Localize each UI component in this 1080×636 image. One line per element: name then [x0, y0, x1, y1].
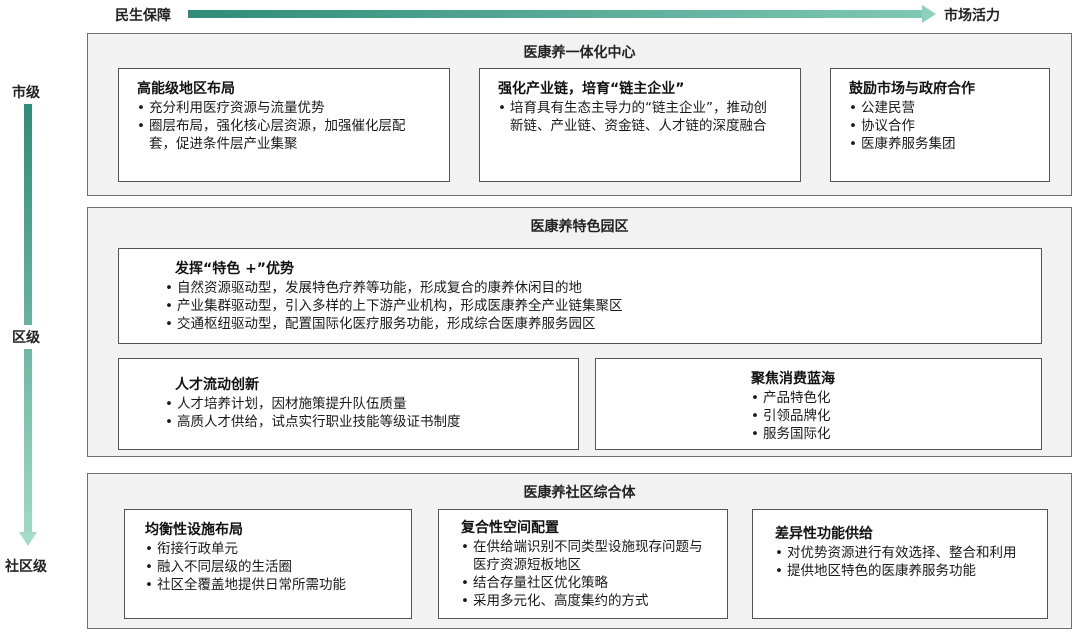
- list-item: 交通枢纽驱动型，配置国际化医疗服务功能，形成综合医康养服务园区: [165, 315, 1031, 333]
- list-item: 服务国际化: [751, 425, 1031, 443]
- level-community: 社区级: [5, 559, 47, 575]
- list-item: 引领品牌化: [751, 407, 1031, 425]
- horizontal-arrow-shaft: [188, 10, 924, 18]
- card-featured-advantage: 发挥“特色 +”优势 自然资源驱动型，发展特色疗养等功能，形成复合的康养休闲目的…: [118, 248, 1042, 344]
- section-featured-park: 医康养特色园区 发挥“特色 +”优势 自然资源驱动型，发展特色疗养等功能，形成复…: [87, 207, 1072, 457]
- card-title: 均衡性设施布局: [145, 522, 243, 538]
- section-community-complex: 医康养社区综合体 均衡性设施布局 衔接行政单元 融入不同层级的生活圈 社区全覆盖…: [87, 473, 1072, 629]
- card-title: 人才流动创新: [175, 377, 259, 393]
- label-livelihood: 民生保障: [115, 8, 171, 24]
- list-item: 自然资源驱动型，发展特色疗养等功能，形成复合的康养休闲目的地: [165, 279, 1031, 297]
- card-title: 发挥“特色 +”优势: [175, 261, 295, 277]
- list-item: 融入不同层级的生活圈: [145, 558, 401, 576]
- list-item: 提供地区特色的医康养服务功能: [775, 562, 1025, 580]
- card-composite-space: 复合性空间配置 在供给端识别不同类型设施现存问题与医疗资源短板地区 结合存量社区…: [438, 509, 728, 619]
- list-item: 公建民营: [849, 99, 1039, 117]
- card-talent-innovation: 人才流动创新 人才培养计划，因材施策提升队伍质量 高质人才供给，试点实行职业技能…: [118, 358, 579, 450]
- card-market-government: 鼓励市场与政府合作 公建民营 协议合作 医康养服务集团: [830, 68, 1050, 182]
- list-item: 社区全覆盖地提供日常所需功能: [145, 576, 401, 594]
- list-item: 产业集群驱动型，引入多样的上下游产业机构，形成医康养全产业链集聚区: [165, 297, 1031, 315]
- list-item: 结合存量社区优化策略: [461, 574, 709, 592]
- level-city: 市级: [12, 85, 40, 101]
- list-item: 圈层布局，强化核心层资源，加强催化层配套，促进条件层产业集聚: [137, 117, 432, 153]
- card-consumption-blue-ocean: 聚焦消费蓝海 产品特色化 引领品牌化 服务国际化: [595, 358, 1042, 450]
- horizontal-arrow-head-icon: [922, 5, 936, 23]
- card-title: 差异性功能供给: [775, 526, 873, 542]
- section-title: 医康养特色园区: [530, 219, 629, 235]
- card-title: 鼓励市场与政府合作: [849, 81, 975, 97]
- label-market-vitality: 市场活力: [944, 8, 1000, 24]
- card-title: 复合性空间配置: [461, 520, 559, 536]
- list-item: 产品特色化: [751, 389, 1031, 407]
- list-item: 高质人才供给，试点实行职业技能等级证书制度: [165, 413, 568, 431]
- level-district: 区级: [12, 325, 40, 349]
- list-item: 采用多元化、高度集约的方式: [461, 592, 709, 610]
- list-item: 医康养服务集团: [849, 135, 1039, 153]
- list-item: 充分利用医疗资源与流量优势: [137, 99, 432, 117]
- list-item: 人才培养计划，因材施策提升队伍质量: [165, 395, 568, 413]
- card-industry-chain: 强化产业链，培育“链主企业” 培育具有生态主导力的“链主企业”，推动创新链、产业…: [479, 68, 801, 182]
- card-title: 高能级地区布局: [137, 81, 235, 97]
- list-item: 培育具有生态主导力的“链主企业”，推动创新链、产业链、资金链、人才链的深度融合: [498, 99, 780, 135]
- card-differentiated-supply: 差异性功能供给 对优势资源进行有效选择、整合和利用 提供地区特色的医康养服务功能: [752, 509, 1048, 619]
- card-title: 聚焦消费蓝海: [751, 371, 835, 387]
- section-integrated-center: 医康养一体化中心 高能级地区布局 充分利用医疗资源与流量优势 圈层布局，强化核心…: [87, 33, 1072, 196]
- card-balanced-layout: 均衡性设施布局 衔接行政单元 融入不同层级的生活圈 社区全覆盖地提供日常所需功能: [124, 509, 412, 619]
- section-title: 医康养一体化中心: [523, 45, 636, 61]
- list-item: 对优势资源进行有效选择、整合和利用: [775, 544, 1025, 562]
- card-title: 强化产业链，培育“链主企业”: [498, 81, 685, 97]
- vertical-arrow-head-icon: [19, 532, 37, 546]
- list-item: 协议合作: [849, 117, 1039, 135]
- section-title: 医康养社区综合体: [523, 485, 636, 501]
- list-item: 在供给端识别不同类型设施现存问题与医疗资源短板地区: [461, 538, 709, 574]
- card-high-level-layout: 高能级地区布局 充分利用医疗资源与流量优势 圈层布局，强化核心层资源，加强催化层…: [118, 68, 450, 182]
- list-item: 衔接行政单元: [145, 540, 401, 558]
- vertical-arrow-shaft: [24, 104, 32, 534]
